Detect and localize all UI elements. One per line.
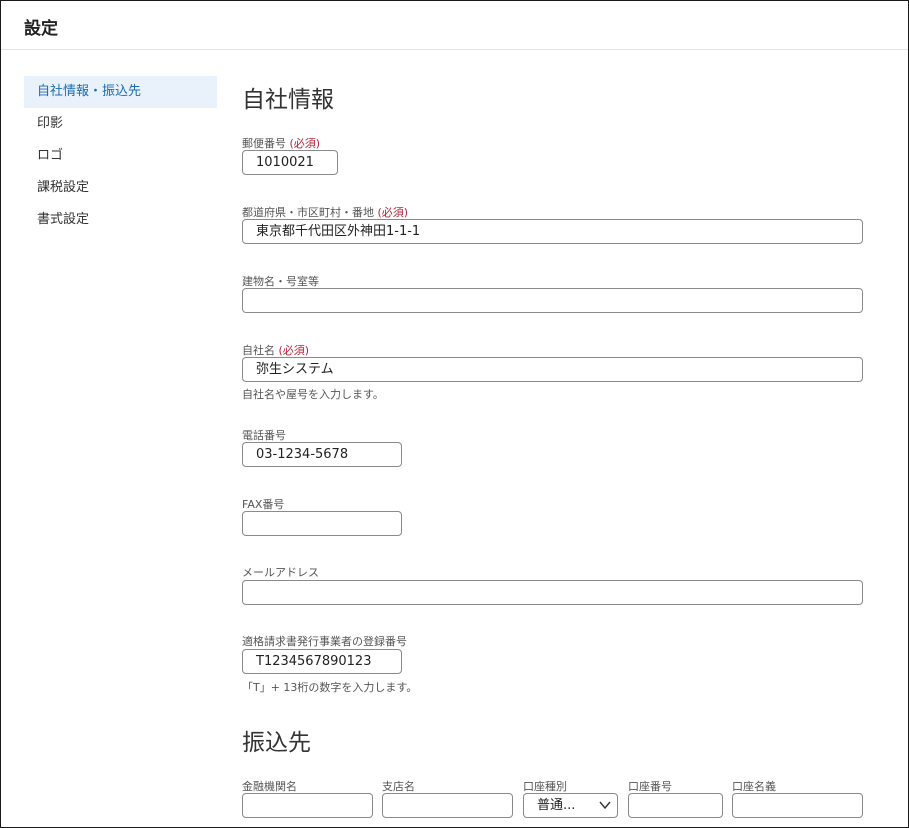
company-name-input[interactable]: 弥生システム [242,357,863,382]
postal-code-input[interactable]: 1010021 [242,150,338,175]
bank-section-title: 振込先 [242,730,311,756]
email-label: メールアドレス [242,566,319,579]
phone-label: 電話番号 [242,429,286,442]
required-mark: (必須) [289,137,321,150]
fax-input[interactable] [242,511,402,536]
building-input[interactable] [242,288,863,313]
sidebar-item-logo[interactable]: ロゴ [24,140,217,172]
account-holder-input[interactable] [732,793,863,818]
sidebar-item-seal[interactable]: 印影 [24,108,217,140]
registration-label: 適格請求書発行事業者の登録番号 [242,635,407,648]
sidebar-item-tax[interactable]: 課税設定 [24,172,217,204]
account-type-label: 口座種別 [523,780,567,793]
account-holder-label: 口座名義 [732,780,776,793]
address-label: 都道府県・市区町村・番地 (必須) [242,206,409,219]
building-label: 建物名・号室等 [242,275,319,288]
branch-input[interactable] [382,793,513,818]
company-name-label: 自社名 (必須) [242,344,310,357]
fax-label: FAX番号 [242,498,285,511]
registration-help: 「T」+ 13桁の数字を入力します。 [242,681,418,694]
chevron-down-icon [599,801,611,810]
phone-input[interactable]: 03-1234-5678 [242,442,402,467]
sidebar: 自社情報・振込先 印影 ロゴ 課税設定 書式設定 [24,76,217,236]
registration-number-input[interactable]: T1234567890123 [242,649,402,674]
account-type-value: 普通... [537,798,576,813]
address-input[interactable]: 東京都千代田区外神田1-1-1 [242,219,863,244]
account-type-select[interactable]: 普通... [523,793,618,818]
bank-name-label: 金融機関名 [242,780,297,793]
required-mark: (必須) [377,206,409,219]
required-mark: (必須) [278,344,310,357]
sidebar-item-format[interactable]: 書式設定 [24,204,217,236]
company-name-help: 自社名や屋号を入力します。 [242,388,384,401]
postal-label: 郵便番号 (必須) [242,137,321,150]
sidebar-item-company-info[interactable]: 自社情報・振込先 [24,76,217,108]
bank-name-input[interactable] [242,793,373,818]
settings-window: 設定 自社情報・振込先 印影 ロゴ 課税設定 書式設定 自社情報 郵便番号 (必… [0,0,909,828]
company-section-title: 自社情報 [242,87,334,113]
branch-label: 支店名 [382,780,415,793]
main-content: 自社情報 郵便番号 (必須) 1010021 都道府県・市区町村・番地 (必須)… [242,1,882,827]
email-input[interactable] [242,580,863,605]
account-number-input[interactable] [628,793,723,818]
page-title: 設定 [24,19,58,39]
account-number-label: 口座番号 [628,780,672,793]
